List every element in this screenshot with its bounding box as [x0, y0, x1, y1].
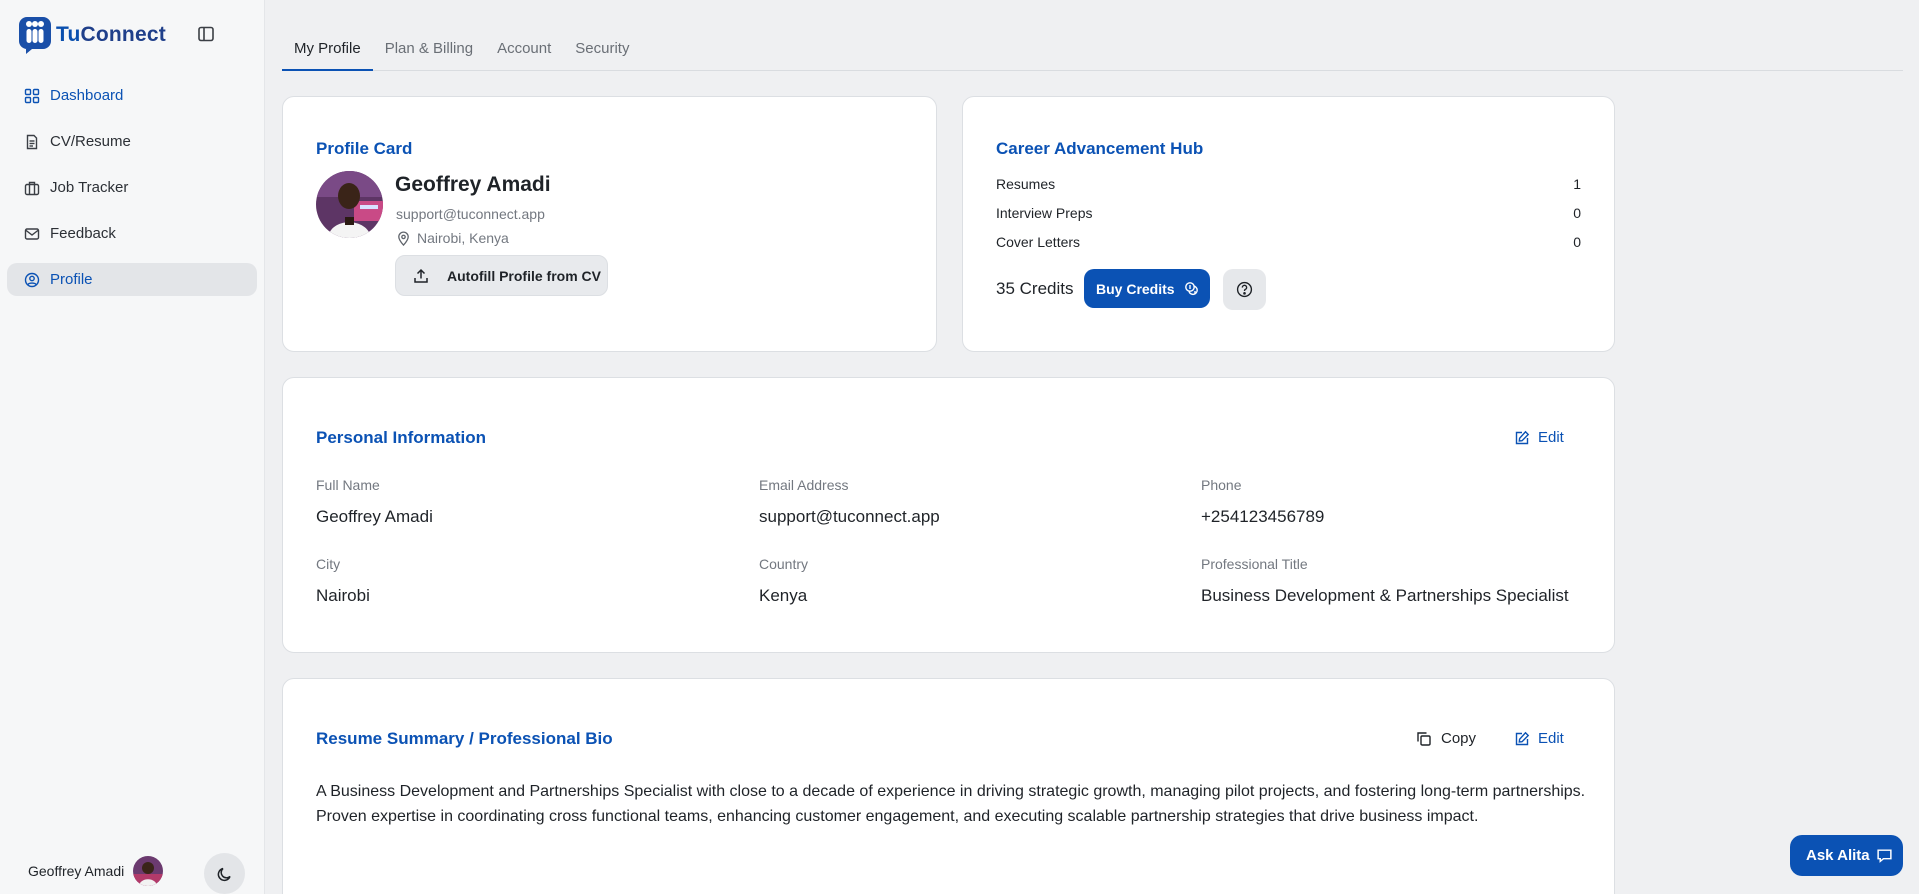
sidebar-item-label: Profile [50, 271, 93, 288]
bio-card: Resume Summary / Professional Bio Copy E… [282, 678, 1615, 894]
profile-name: Geoffrey Amadi [395, 173, 551, 196]
coins-icon [1184, 281, 1198, 295]
field-value-full-name: Geoffrey Amadi [316, 507, 433, 526]
avatar[interactable] [316, 171, 383, 238]
sidebar-item-job-tracker[interactable]: Job Tracker [7, 171, 257, 204]
personal-info-title: Personal Information [316, 428, 487, 447]
tab-security[interactable]: Security [563, 36, 641, 71]
avatar-image-icon [316, 171, 383, 238]
edit-label: Edit [1538, 429, 1564, 446]
help-circle-icon [1236, 281, 1253, 298]
moon-icon [217, 867, 231, 881]
location-pin-icon [398, 231, 409, 246]
sidebar-toggle-icon[interactable] [196, 24, 216, 44]
document-icon [26, 134, 38, 149]
stat-row-cover-letters: Cover Letters 0 [996, 234, 1581, 250]
autofill-profile-button[interactable]: Autofill Profile from CV [395, 255, 608, 296]
profile-tabs: My Profile Plan & Billing Account Securi… [282, 36, 1903, 71]
profile-location-text: Nairobi, Kenya [417, 230, 509, 246]
edit-icon [1515, 731, 1530, 745]
chat-bubble-icon [1877, 849, 1892, 863]
stat-value: 0 [1573, 205, 1581, 221]
bio-copy-button[interactable]: Copy [1416, 730, 1476, 747]
user-circle-icon [24, 272, 40, 287]
autofill-button-label: Autofill Profile from CV [447, 267, 601, 284]
brand-name-part1: Tu [56, 23, 81, 46]
field-value-city: Nairobi [316, 586, 370, 605]
profile-location: Nairobi, Kenya [396, 230, 509, 246]
stat-value: 0 [1573, 234, 1581, 250]
field-label-city: City [316, 556, 341, 572]
stat-row-resumes: Resumes 1 [996, 176, 1581, 192]
profile-email: support@tuconnect.app [396, 206, 545, 222]
bio-title: Resume Summary / Professional Bio [316, 729, 613, 748]
sidebar-item-cv-resume[interactable]: CV/Resume [7, 125, 257, 158]
career-hub-card: Career Advancement Hub Resumes 1 Intervi… [962, 96, 1615, 352]
credits-help-button[interactable] [1223, 269, 1266, 310]
field-value-professional-title: Business Development & Partnerships Spec… [1201, 586, 1569, 605]
field-label-phone: Phone [1201, 477, 1242, 493]
stat-label: Cover Letters [996, 234, 1081, 250]
stat-label: Interview Preps [996, 205, 1093, 221]
theme-toggle-button[interactable] [204, 853, 245, 894]
buy-credits-label: Buy Credits [1096, 280, 1175, 297]
sidebar: TuConnect Dashboard CV/Resume Job Tracke… [0, 0, 265, 894]
stat-value: 1 [1573, 176, 1581, 192]
bio-edit-button[interactable]: Edit [1514, 730, 1564, 747]
edit-label: Edit [1538, 730, 1564, 747]
bio-text: A Business Development and Partnerships … [316, 783, 1586, 825]
field-value-email: support@tuconnect.app [759, 507, 940, 526]
sidebar-user-name: Geoffrey Amadi [28, 863, 125, 879]
brand-name-part2: Connect [80, 23, 166, 46]
avatar [133, 856, 164, 886]
sidebar-item-label: Dashboard [50, 87, 124, 104]
stat-row-interview-preps: Interview Preps 0 [996, 205, 1581, 221]
ask-alita-label: Ask Alita [1806, 847, 1870, 864]
app-logo[interactable]: TuConnect [18, 16, 166, 54]
copy-icon [1417, 731, 1431, 746]
buy-credits-button[interactable]: Buy Credits [1084, 269, 1210, 308]
profile-card: Profile Card Geoffrey Amadi support@tuco… [282, 96, 937, 352]
edit-icon [1515, 430, 1530, 444]
sidebar-nav: Dashboard CV/Resume Job Tracker Feedback… [7, 79, 257, 309]
tab-account[interactable]: Account [485, 36, 563, 71]
tab-my-profile[interactable]: My Profile [282, 36, 373, 71]
stat-label: Resumes [996, 176, 1056, 192]
field-value-country: Kenya [759, 586, 808, 605]
mail-icon [24, 227, 40, 240]
sidebar-item-label: CV/Resume [50, 133, 131, 150]
personal-info-card: Personal Information Edit Full Name Geof… [282, 377, 1615, 653]
sidebar-item-dashboard[interactable]: Dashboard [7, 79, 257, 112]
field-label-email: Email Address [759, 477, 849, 493]
sidebar-user[interactable]: Geoffrey Amadi [28, 856, 168, 886]
sidebar-item-label: Feedback [50, 225, 116, 242]
field-label-full-name: Full Name [316, 477, 380, 493]
profile-card-title: Profile Card [316, 139, 413, 158]
personal-info-edit-button[interactable]: Edit [1514, 429, 1564, 446]
brand-name: TuConnect [56, 23, 166, 47]
upload-icon [414, 268, 428, 283]
avatar-image-icon [133, 856, 164, 886]
sidebar-item-profile[interactable]: Profile [7, 263, 257, 296]
logo-mark-icon [19, 17, 51, 54]
sidebar-item-label: Job Tracker [50, 179, 129, 196]
briefcase-icon [24, 181, 40, 195]
field-label-professional-title: Professional Title [1201, 556, 1308, 572]
ask-alita-button[interactable]: Ask Alita [1790, 835, 1903, 876]
dashboard-icon [24, 88, 40, 103]
career-hub-title: Career Advancement Hub [996, 139, 1204, 158]
sidebar-item-feedback[interactable]: Feedback [7, 217, 257, 250]
credits-balance: 35 Credits [996, 279, 1074, 298]
copy-label: Copy [1441, 730, 1477, 747]
tab-plan-billing[interactable]: Plan & Billing [373, 36, 485, 71]
field-label-country: Country [759, 556, 809, 572]
field-value-phone: +254123456789 [1201, 507, 1325, 526]
